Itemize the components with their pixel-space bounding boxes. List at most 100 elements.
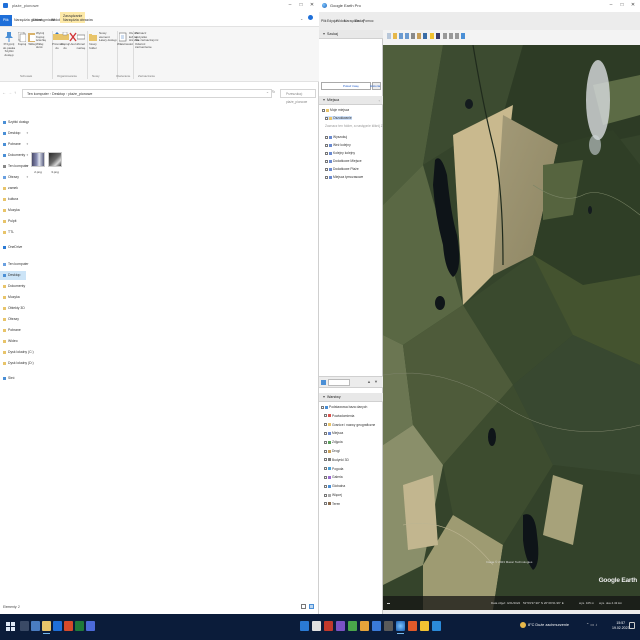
maximize-button[interactable]: □	[297, 2, 305, 9]
file-name-2[interactable]: 2.png	[30, 170, 46, 174]
nav-network[interactable]: Sieć	[3, 374, 31, 383]
taskbar-excel-icon[interactable]	[75, 621, 84, 631]
places-search-icon[interactable]	[321, 380, 326, 385]
details-view-icon[interactable]	[301, 604, 306, 609]
layer-checkbox[interactable]	[324, 432, 327, 436]
view-in-maps-icon[interactable]	[461, 33, 465, 39]
nav-pc-5[interactable]: Pobrane	[3, 326, 31, 335]
nav-pc-0[interactable]: Desktop	[0, 271, 26, 280]
tab-file[interactable]: Plik	[0, 15, 12, 26]
add-polygon-icon[interactable]	[399, 33, 403, 39]
place-item[interactable]: Dodatkowe Plaże	[325, 167, 359, 171]
close-button[interactable]: ✕	[308, 2, 316, 9]
place-item[interactable]: Dodatkowe Miejsce	[325, 159, 362, 163]
layer-item[interactable]: Drogi	[324, 449, 340, 453]
layer-item[interactable]: Granice i nazwy geograficzne	[324, 423, 375, 427]
checkbox[interactable]	[325, 175, 328, 179]
copy-button[interactable]: Kopiuj	[17, 32, 27, 47]
sunlight-icon[interactable]	[430, 33, 434, 39]
switch-to-sky-icon[interactable]	[436, 33, 440, 39]
minimize-button[interactable]: –	[286, 2, 294, 9]
layer-item[interactable]: Powiadomienia	[324, 414, 354, 418]
taskbar-search-icon[interactable]	[20, 621, 29, 631]
layer-checkbox[interactable]	[324, 423, 327, 427]
add-path-icon[interactable]	[405, 33, 409, 39]
get-directions-link[interactable]: Pokaż trasę	[343, 84, 359, 88]
layer-item[interactable]: Teren	[324, 502, 340, 506]
large-icons-view-icon[interactable]	[309, 604, 314, 609]
place-item[interactable]: Oszukiwanie	[325, 116, 352, 120]
paste-shortcut-button[interactable]: Wklej skrót	[36, 42, 50, 50]
weather-widget[interactable]: 8°C Duże zachmurzenie	[528, 623, 569, 627]
taskbar-firefox-icon[interactable]	[408, 621, 417, 631]
new-folder-button[interactable]: Nowy folder	[88, 32, 98, 50]
ribbon-expand-icon[interactable]: ⌄	[300, 16, 303, 21]
refresh-icon[interactable]: ↻	[272, 90, 275, 94]
place-item[interactable]: Moje miejsca	[322, 108, 349, 112]
breadcrumb-desktop[interactable]: Desktop	[52, 92, 65, 96]
taskbar-opera-icon[interactable]	[324, 621, 333, 631]
checkbox[interactable]	[325, 135, 328, 139]
place-item[interactable]: Miejsca tymczasowe	[325, 175, 363, 179]
tab-picture-tools[interactable]: Narzędzia obrazów	[60, 15, 96, 26]
breadcrumb-current[interactable]: plaże_pionowe	[68, 92, 92, 96]
layer-checkbox[interactable]	[321, 405, 324, 409]
layer-checkbox[interactable]	[324, 414, 327, 418]
nav-pinned-6[interactable]: kultura	[3, 195, 31, 204]
nav-pc-7[interactable]: Dysk lokalny (C:)	[3, 348, 34, 357]
place-item[interactable]: Zaznacz ten folder, a następnie kliknij …	[325, 124, 383, 128]
taskbar-chrome-icon[interactable]	[420, 621, 429, 631]
places-filter-input[interactable]	[328, 379, 350, 386]
file-name-3[interactable]: 3.png	[47, 170, 63, 174]
satellite-imagery[interactable]	[383, 45, 640, 610]
address-bar[interactable]: Ten komputer › Desktop › plaże_pionowe	[22, 89, 272, 98]
file-thumbnail-3[interactable]	[48, 152, 62, 167]
weather-icon[interactable]	[520, 622, 526, 628]
nav-pc-1[interactable]: Dokumenty	[3, 282, 31, 291]
layer-item[interactable]: Globalna	[324, 484, 345, 488]
taskbar-teams-icon[interactable]	[86, 621, 95, 631]
add-placemark-icon[interactable]	[393, 33, 397, 39]
add-overlay-icon[interactable]	[411, 33, 415, 39]
layer-item[interactable]: Miejsca	[324, 431, 343, 435]
forward-arrow-icon[interactable]: →	[8, 90, 12, 95]
earth-maximize-button[interactable]: □	[618, 2, 626, 9]
nav-pinned-9[interactable]: TTL	[3, 228, 31, 237]
system-tray[interactable]: ⌃ ▭ ♪	[586, 622, 610, 632]
nav-pinned-1-pin-icon[interactable]: ✦	[26, 142, 29, 146]
layer-checkbox[interactable]	[324, 484, 327, 488]
nav-pinned-8[interactable]: Pulpit	[3, 217, 31, 226]
layer-checkbox[interactable]	[324, 493, 327, 497]
historical-imagery-icon[interactable]	[423, 33, 427, 39]
taskbar-maps-icon[interactable]	[348, 621, 357, 631]
layer-checkbox[interactable]	[324, 440, 327, 444]
layer-item[interactable]: Pogoda	[324, 467, 343, 471]
place-item[interactable]: Wyszukuj	[325, 135, 347, 139]
nav-pinned-4-pin-icon[interactable]: ✦	[26, 175, 29, 179]
layer-checkbox[interactable]	[324, 449, 327, 453]
record-tour-icon[interactable]	[417, 33, 421, 39]
layer-checkbox[interactable]	[324, 476, 327, 480]
layers-panel-header[interactable]: Warstwy	[319, 393, 383, 402]
quick-access-toolbar-icon[interactable]	[3, 3, 8, 8]
places-down-icon[interactable]: ▼	[374, 379, 378, 384]
place-item[interactable]: Kolejny kolejny	[325, 151, 355, 155]
address-dropdown-icon[interactable]: ⌄	[266, 90, 269, 94]
earth-minimize-button[interactable]: –	[607, 2, 615, 9]
search-input[interactable]: Przeszukaj: plaże_pionowe	[280, 89, 316, 104]
checkbox[interactable]	[325, 116, 328, 120]
checkbox[interactable]	[325, 167, 328, 171]
taskbar-store-icon[interactable]	[312, 621, 321, 631]
pin-quick-access-button[interactable]: Przypnij do paska Szybki dostęp	[2, 32, 16, 57]
checkbox[interactable]	[325, 159, 328, 163]
nav-pc-3[interactable]: Obiekty 3D	[3, 304, 31, 313]
notification-icon[interactable]	[629, 622, 635, 629]
taskbar-mail-icon[interactable]	[372, 621, 381, 631]
search-history-link[interactable]: Historia	[370, 84, 380, 88]
taskbar-app-icon[interactable]	[336, 621, 345, 631]
checkbox[interactable]	[322, 108, 325, 112]
places-panel-header[interactable]: Miejsca ◦	[319, 96, 383, 105]
taskbar-task-view-icon[interactable]	[31, 621, 40, 631]
nav-onedrive[interactable]: OneDrive	[3, 243, 31, 252]
nav-pinned-0-pin-icon[interactable]: ✦	[26, 131, 29, 135]
